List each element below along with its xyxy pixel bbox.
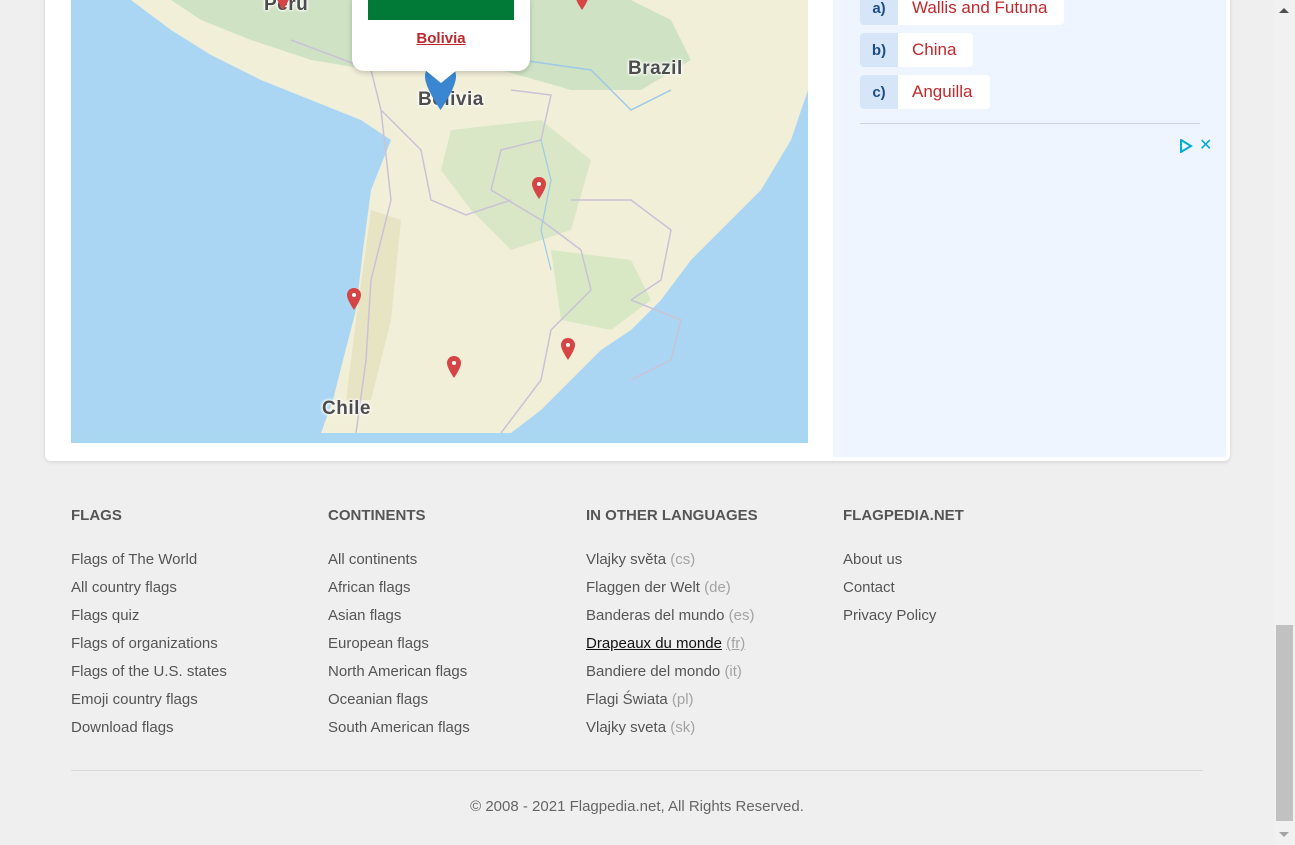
map-label-brazil: Brazil xyxy=(628,58,683,79)
footer-link[interactable]: Flags of organizations xyxy=(71,630,227,658)
answer-letter: a) xyxy=(860,0,898,25)
footer-link[interactable]: All country flags xyxy=(71,574,227,602)
ad-controls: ✕ xyxy=(1179,138,1212,154)
language-code: (cs) xyxy=(670,551,696,568)
map-pin[interactable] xyxy=(447,356,461,378)
footer-link[interactable]: North American flags xyxy=(328,658,470,686)
footer-link[interactable]: All continents xyxy=(328,546,470,574)
answer-option-a[interactable]: a) Wallis and Futuna xyxy=(860,0,1065,25)
footer-link[interactable]: South American flags xyxy=(328,714,470,742)
adchoices-icon[interactable] xyxy=(1179,139,1193,153)
answer-text: Anguilla xyxy=(898,75,990,109)
language-link[interactable]: Flaggen der Welt (de) xyxy=(586,574,758,602)
map-pin[interactable] xyxy=(561,338,575,360)
footer-link[interactable]: Asian flags xyxy=(328,602,470,630)
map-popup: Bolivia xyxy=(352,0,530,83)
language-label: Vlajky sveta xyxy=(586,719,667,736)
quiz-panel: a) Wallis and Futuna b) China c) Anguill… xyxy=(833,0,1226,457)
language-link-hovered[interactable]: Drapeaux du monde (fr) xyxy=(586,630,758,658)
map-pin[interactable] xyxy=(575,0,589,10)
answer-text: Wallis and Futuna xyxy=(898,0,1065,25)
footer-site-column: FLAGPEDIA.NET About us Contact Privacy P… xyxy=(843,506,964,630)
footer-link[interactable]: Oceanian flags xyxy=(328,686,470,714)
language-label: Vlajky světa xyxy=(586,551,667,568)
language-link[interactable]: Vlajky světa (cs) xyxy=(586,546,758,574)
language-link[interactable]: Bandiere del mondo (it) xyxy=(586,658,758,686)
language-link[interactable]: Banderas del mundo (es) xyxy=(586,602,758,630)
map-pin[interactable] xyxy=(532,177,546,199)
answer-option-b[interactable]: b) China xyxy=(860,33,974,67)
footer-flags-column: FLAGS Flags of The World All country fla… xyxy=(71,506,227,742)
language-code: (pl) xyxy=(671,691,694,708)
language-code: (sk) xyxy=(670,719,696,736)
footer-link[interactable]: Emoji country flags xyxy=(71,686,227,714)
footer-link[interactable]: African flags xyxy=(328,574,470,602)
footer-heading: CONTINENTS xyxy=(328,507,426,524)
quiz-divider xyxy=(860,123,1200,124)
footer-languages-column: IN OTHER LANGUAGES Vlajky světa (cs) Fla… xyxy=(586,506,758,742)
answer-letter: c) xyxy=(860,75,898,109)
footer-link[interactable]: European flags xyxy=(328,630,470,658)
footer-link[interactable]: Download flags xyxy=(71,714,227,742)
scrollbar-thumb[interactable] xyxy=(1276,625,1293,821)
content-card: Peru Brazil Bolivia Chile Bolivia a) Wal… xyxy=(45,0,1230,461)
language-label: Flagi Świata xyxy=(586,691,668,708)
popup-country-link[interactable]: Bolivia xyxy=(352,30,530,47)
footer-link[interactable]: Contact xyxy=(843,574,964,602)
answer-option-c[interactable]: c) Anguilla xyxy=(860,75,990,109)
language-label: Flaggen der Welt xyxy=(586,579,700,596)
footer-link[interactable]: Privacy Policy xyxy=(843,602,964,630)
map-pin[interactable] xyxy=(347,288,361,310)
language-label: Banderas del mundo xyxy=(586,607,725,624)
scroll-down-icon[interactable] xyxy=(1279,832,1289,837)
language-code: (it) xyxy=(724,663,742,680)
copyright-text: © 2008 - 2021 Flagpedia.net, All Rights … xyxy=(470,798,804,815)
language-link[interactable]: Flagi Świata (pl) xyxy=(586,686,758,714)
footer-continents-column: CONTINENTS All continents African flags … xyxy=(328,506,470,742)
language-code: (fr) xyxy=(726,635,746,652)
close-icon[interactable]: ✕ xyxy=(1199,138,1212,154)
footer-link[interactable]: About us xyxy=(843,546,964,574)
footer-link[interactable]: Flags of The World xyxy=(71,546,227,574)
footer-divider xyxy=(71,770,1203,771)
footer-heading: FLAGPEDIA.NET xyxy=(843,507,964,524)
language-link[interactable]: Vlajky sveta (sk) xyxy=(586,714,758,742)
footer-heading: FLAGS xyxy=(71,507,122,524)
language-code: (es) xyxy=(728,607,755,624)
answer-text: China xyxy=(898,33,974,67)
language-code: (de) xyxy=(704,579,731,596)
footer-link[interactable]: Flags of the U.S. states xyxy=(71,658,227,686)
footer-link[interactable]: Flags quiz xyxy=(71,602,227,630)
bolivia-flag-image xyxy=(368,0,514,20)
language-label: Drapeaux du monde xyxy=(586,635,722,652)
page-scrollbar[interactable] xyxy=(1274,0,1295,845)
scroll-up-icon[interactable] xyxy=(1279,8,1289,13)
language-label: Bandiere del mondo xyxy=(586,663,721,680)
map-view[interactable]: Peru Brazil Bolivia Chile Bolivia xyxy=(71,0,808,443)
map-pin[interactable] xyxy=(276,0,290,10)
map-label-chile: Chile xyxy=(322,398,371,419)
footer-heading: IN OTHER LANGUAGES xyxy=(586,507,758,524)
answer-letter: b) xyxy=(860,33,898,67)
